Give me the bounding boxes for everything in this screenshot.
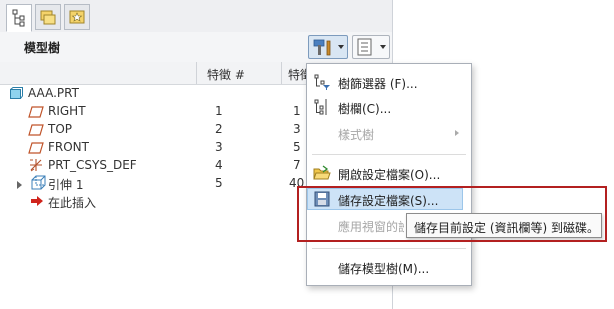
menu-item-label: 儲存模型樹(M)... bbox=[338, 262, 430, 276]
menu-separator bbox=[312, 154, 466, 155]
menu-item-tree-columns[interactable]: 樹欄(C)... bbox=[308, 96, 470, 118]
tree-item-label[interactable]: RIGHT bbox=[48, 104, 86, 118]
feature-number: 1 bbox=[215, 104, 223, 118]
expand-arrow-icon[interactable] bbox=[16, 179, 24, 193]
menu-item-save-model-tree[interactable]: 儲存模型樹(M)... bbox=[308, 256, 470, 278]
menu-item-style-tree[interactable]: 樣式樹 bbox=[308, 122, 470, 144]
column-divider[interactable] bbox=[196, 62, 197, 84]
feature-id: 3 bbox=[293, 122, 301, 136]
datum-plane-icon bbox=[28, 124, 44, 139]
menu-item-tree-filters[interactable]: 樹篩選器 (F)... bbox=[308, 71, 470, 93]
menu-item-label: 樹篩選器 (F)... bbox=[338, 77, 418, 91]
coordinate-system-icon bbox=[28, 157, 44, 176]
feature-id: 5 bbox=[293, 140, 301, 154]
feature-id: 7 bbox=[293, 158, 301, 172]
datum-plane-icon bbox=[28, 142, 44, 157]
feature-number: 2 bbox=[215, 122, 223, 136]
column-divider[interactable] bbox=[281, 62, 282, 84]
favorites-icon bbox=[69, 10, 85, 24]
submenu-arrow-icon bbox=[455, 130, 459, 136]
column-header-feature-number[interactable]: 特徵 # bbox=[207, 66, 245, 83]
tab-favorites[interactable] bbox=[64, 4, 90, 30]
insert-here-label[interactable]: 在此插入 bbox=[48, 194, 96, 211]
tab-model-tree[interactable] bbox=[6, 4, 32, 32]
show-dropdown-button[interactable] bbox=[352, 35, 390, 59]
feature-number: 5 bbox=[215, 176, 223, 190]
feature-number: 4 bbox=[215, 158, 223, 172]
feature-id: 1 bbox=[293, 104, 301, 118]
folder-browser-icon bbox=[40, 10, 56, 25]
model-tree-icon bbox=[12, 9, 25, 27]
menu-separator bbox=[312, 248, 466, 249]
open-folder-icon bbox=[313, 165, 331, 180]
settings-dropdown-button[interactable] bbox=[308, 35, 348, 59]
insert-here-arrow-icon bbox=[30, 195, 44, 210]
extrude-icon bbox=[30, 175, 46, 194]
tree-root-label[interactable]: AAA.PRT bbox=[28, 86, 79, 100]
part-icon bbox=[9, 87, 23, 104]
tree-item-label[interactable]: TOP bbox=[48, 122, 72, 136]
tree-item-label[interactable]: FRONT bbox=[48, 140, 89, 154]
tree-item-label[interactable]: PRT_CSYS_DEF bbox=[48, 158, 137, 172]
annotation-highlight-box bbox=[297, 186, 607, 242]
datum-plane-icon bbox=[28, 106, 44, 121]
list-view-icon bbox=[357, 38, 386, 56]
feature-number: 3 bbox=[215, 140, 223, 154]
menu-item-label: 開啟設定檔案(O)... bbox=[338, 168, 441, 182]
menu-item-open-settings[interactable]: 開啟設定檔案(O)... bbox=[308, 162, 470, 184]
tree-filter-icon bbox=[314, 74, 330, 90]
tools-settings-icon bbox=[313, 39, 344, 56]
tab-folder-browser[interactable] bbox=[35, 4, 61, 30]
tree-item-label[interactable]: 引伸 1 bbox=[48, 176, 83, 193]
menu-item-label: 樹欄(C)... bbox=[338, 102, 392, 116]
panel-title: 模型樹 bbox=[24, 41, 61, 55]
tree-columns-icon bbox=[314, 99, 327, 115]
menu-item-label: 樣式樹 bbox=[338, 128, 375, 142]
